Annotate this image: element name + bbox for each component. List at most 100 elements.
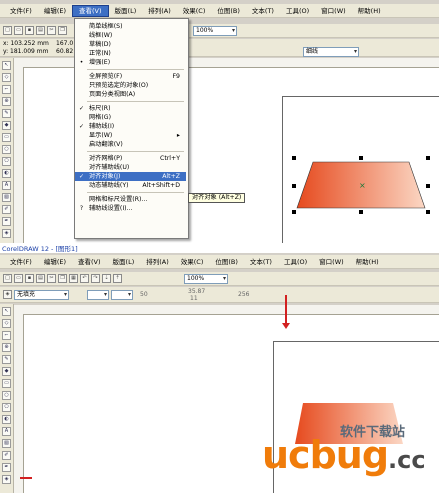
pick-tool-icon[interactable]: ↖ bbox=[2, 307, 11, 316]
paste-icon[interactable]: ▦ bbox=[69, 274, 78, 283]
view-menu-item[interactable]: 正常(N) bbox=[75, 49, 186, 58]
print-icon[interactable]: ▤ bbox=[36, 274, 45, 283]
copy-icon[interactable]: ❐ bbox=[58, 26, 67, 35]
menu-window[interactable]: 窗口(W) bbox=[315, 5, 352, 17]
bottom-zoom-combo[interactable]: 100% bbox=[184, 273, 228, 284]
view-menu-item[interactable]: 草稿(D) bbox=[75, 40, 186, 49]
open-icon[interactable]: ▭ bbox=[14, 26, 23, 35]
rotation-value[interactable]: 256 bbox=[238, 291, 249, 298]
menu-arrange[interactable]: 排列(A) bbox=[140, 256, 175, 268]
height-value[interactable]: 11 bbox=[190, 295, 198, 302]
menu-layout[interactable]: 版面(L) bbox=[109, 5, 143, 17]
polygon-tool-icon[interactable]: ⬠ bbox=[2, 157, 11, 166]
view-menu-item[interactable]: ✓ 对齐对象(J) Alt+Z bbox=[75, 172, 186, 181]
cut-icon[interactable]: ✂ bbox=[47, 274, 56, 283]
menu-effects[interactable]: 效果(C) bbox=[175, 256, 210, 268]
polygon-tool-icon[interactable]: ⬠ bbox=[2, 403, 11, 412]
basic-shapes-icon[interactable]: ◐ bbox=[2, 415, 11, 424]
cut-icon[interactable]: ✂ bbox=[47, 26, 56, 35]
ellipse-tool-icon[interactable]: ○ bbox=[2, 391, 11, 400]
top-selection-handle[interactable] bbox=[292, 156, 296, 160]
view-menu-item[interactable]: ✓ 标尺(R) bbox=[75, 104, 186, 113]
new-icon[interactable]: □ bbox=[3, 26, 12, 35]
view-menu-item[interactable]: 全屏预览(F) F9 bbox=[75, 72, 186, 81]
redo-icon[interactable]: ↷ bbox=[91, 274, 100, 283]
ellipse-tool-icon[interactable]: ○ bbox=[2, 145, 11, 154]
fill-tool-icon[interactable]: ◈ bbox=[2, 229, 11, 238]
fill-combo[interactable]: 无填充 bbox=[14, 289, 69, 300]
interactive-blend-icon[interactable]: ▧ bbox=[2, 193, 11, 202]
view-menu-item[interactable]: 启动翻滚(V) bbox=[75, 140, 186, 149]
top-selection-handle[interactable] bbox=[426, 156, 430, 160]
basic-shapes-icon[interactable]: ◐ bbox=[2, 169, 11, 178]
top-selection-handle[interactable] bbox=[426, 210, 430, 214]
shape-tool-icon[interactable]: ◇ bbox=[2, 73, 11, 82]
top-zoom-combo[interactable]: 100% bbox=[193, 25, 237, 36]
view-menu-item[interactable]: 对齐辅助线(U) bbox=[75, 163, 186, 172]
view-menu-item[interactable]: ? 辅助线设置(I)... bbox=[75, 204, 186, 213]
print-icon[interactable]: ▤ bbox=[36, 26, 45, 35]
menu-tools[interactable]: 工具(O) bbox=[280, 5, 315, 17]
top-selection-handle[interactable] bbox=[292, 210, 296, 214]
menu-layout[interactable]: 版面(L) bbox=[107, 256, 141, 268]
smart-fill-icon[interactable]: ◆ bbox=[2, 121, 11, 130]
bottom-horizontal-ruler[interactable] bbox=[14, 305, 439, 315]
color-combo-1[interactable] bbox=[87, 289, 109, 300]
eyedropper-icon[interactable]: ✐ bbox=[2, 451, 11, 460]
freehand-tool-icon[interactable]: ✎ bbox=[2, 355, 11, 364]
view-menu-item[interactable]: 显示(W) ▸ bbox=[75, 131, 186, 140]
fill-icon[interactable]: ◈ bbox=[3, 290, 12, 299]
menu-file[interactable]: 文件(F) bbox=[4, 5, 38, 17]
menu-file[interactable]: 文件(F) bbox=[4, 256, 38, 268]
zoom-tool-icon[interactable]: ⊕ bbox=[2, 343, 11, 352]
crop-tool-icon[interactable]: ⌐ bbox=[2, 85, 11, 94]
color-combo-2[interactable] bbox=[111, 289, 133, 300]
shape-tool-icon[interactable]: ◇ bbox=[2, 319, 11, 328]
top-trapezoid-shape[interactable]: × bbox=[295, 158, 430, 214]
view-menu-item[interactable]: 简单线框(S) bbox=[75, 22, 186, 31]
smart-fill-icon[interactable]: ◆ bbox=[2, 367, 11, 376]
view-menu-item[interactable]: ✓ 辅助线(I) bbox=[75, 122, 186, 131]
top-selection-handle[interactable] bbox=[359, 210, 363, 214]
nudge-readout[interactable]: 50 bbox=[140, 291, 148, 298]
menu-tools[interactable]: 工具(O) bbox=[278, 256, 313, 268]
menu-effects[interactable]: 效果(C) bbox=[177, 5, 212, 17]
view-menu-item[interactable]: 动态辅助线(Y) Alt+Shift+D bbox=[75, 181, 186, 190]
text-tool-icon[interactable]: A bbox=[2, 181, 11, 190]
undo-icon[interactable]: ↶ bbox=[80, 274, 89, 283]
crop-tool-icon[interactable]: ⌐ bbox=[2, 331, 11, 340]
menu-text[interactable]: 文本(T) bbox=[244, 256, 278, 268]
menu-edit[interactable]: 编辑(E) bbox=[38, 256, 72, 268]
view-menu-item[interactable]: 网格(G) bbox=[75, 113, 186, 122]
menu-window[interactable]: 窗口(W) bbox=[313, 256, 350, 268]
menu-text[interactable]: 文本(T) bbox=[246, 5, 280, 17]
menu-help[interactable]: 帮助(H) bbox=[350, 256, 385, 268]
bottom-vertical-ruler[interactable] bbox=[14, 314, 24, 493]
import-icon[interactable]: ⇣ bbox=[102, 274, 111, 283]
view-menu-item[interactable]: 网格和标尺设置(R)... bbox=[75, 195, 186, 204]
export-icon[interactable]: ⇡ bbox=[113, 274, 122, 283]
top-selection-handle[interactable] bbox=[426, 184, 430, 188]
rectangle-tool-icon[interactable]: ▭ bbox=[2, 133, 11, 142]
copy-icon[interactable]: ❐ bbox=[58, 274, 67, 283]
width-value[interactable]: 35.87 bbox=[188, 288, 205, 295]
view-menu-item[interactable]: 线框(W) bbox=[75, 31, 186, 40]
view-menu-item[interactable]: 页面分类视图(A) bbox=[75, 90, 186, 99]
zoom-tool-icon[interactable]: ⊕ bbox=[2, 97, 11, 106]
menu-view[interactable]: 查看(V) bbox=[72, 4, 109, 17]
rectangle-tool-icon[interactable]: ▭ bbox=[2, 379, 11, 388]
new-icon[interactable]: □ bbox=[3, 274, 12, 283]
menu-view[interactable]: 查看(V) bbox=[72, 256, 107, 268]
pick-tool-icon[interactable]: ↖ bbox=[2, 61, 11, 70]
menu-arrange[interactable]: 排列(A) bbox=[142, 5, 177, 17]
top-vertical-ruler[interactable] bbox=[14, 67, 24, 243]
eyedropper-icon[interactable]: ✐ bbox=[2, 205, 11, 214]
outline-tool-icon[interactable]: ✒ bbox=[2, 463, 11, 472]
view-menu-item[interactable]: • 增强(E) bbox=[75, 58, 186, 67]
save-icon[interactable]: ▪ bbox=[25, 274, 34, 283]
freehand-tool-icon[interactable]: ✎ bbox=[2, 109, 11, 118]
menu-help[interactable]: 帮助(H) bbox=[352, 5, 387, 17]
menu-bitmaps[interactable]: 位图(B) bbox=[209, 256, 244, 268]
outline-tool-icon[interactable]: ✒ bbox=[2, 217, 11, 226]
open-icon[interactable]: ▭ bbox=[14, 274, 23, 283]
